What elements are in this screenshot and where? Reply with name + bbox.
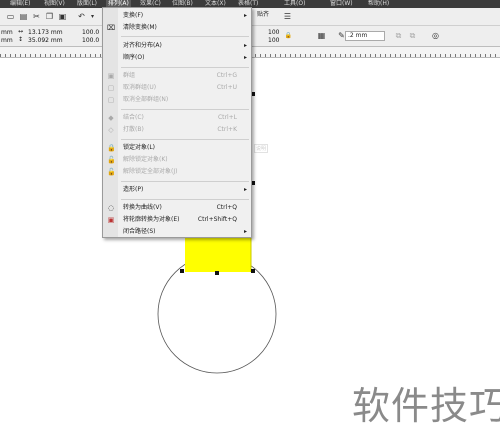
combine-icon: ◆ [108, 114, 114, 122]
ungroup-all-icon: ▢ [107, 96, 115, 104]
menu-item-close-path[interactable]: 闭合路径(S) ▸ [103, 226, 251, 237]
menu-item-lock-object[interactable]: 🔒 锁定对象(L) [103, 142, 251, 153]
ungroup-icon: ▢ [107, 84, 115, 92]
selection-handle[interactable] [251, 269, 255, 273]
menu-item-combine[interactable]: ◆ 结合(C) Ctrl+L [103, 112, 251, 123]
menu-item-unlock-object[interactable]: 🔓 解除锁定对象(K) [103, 154, 251, 165]
clear-transform-icon: ⌧ [107, 24, 116, 32]
menu-item-ungroup-all[interactable]: ▢ 取消全部群组(N) [103, 94, 251, 105]
unlock-icon: 🔓 [107, 156, 116, 164]
break-apart-icon: ◇ [108, 126, 114, 134]
yellow-rectangle [185, 234, 251, 272]
lock-icon: 🔒 [107, 144, 116, 152]
menu-item-group[interactable]: ▣ 群组 Ctrl+G [103, 70, 251, 81]
menu-item-ungroup[interactable]: ▢ 取消群组(U) Ctrl+U [103, 82, 251, 93]
unlock-all-icon: 🔓 [107, 168, 116, 176]
menu-item-break-apart[interactable]: ◇ 打散(B) Ctrl+K [103, 124, 251, 135]
outline-object-icon: ▣ [107, 216, 115, 224]
menu-item-order[interactable]: 顺序(O) ▸ [103, 52, 251, 63]
menu-item-outline-to-object[interactable]: ▣ 将轮廓转换为对象(E) Ctrl+Shift+Q [103, 214, 251, 225]
menu-item-align-distribute[interactable]: 对齐和分布(A) ▸ [103, 40, 251, 51]
group-icon: ▣ [107, 72, 115, 80]
selection-handle[interactable] [215, 271, 219, 275]
convert-curves-icon: ◌ [107, 204, 115, 212]
faded-label: 说明 [254, 144, 269, 153]
menu-item-shaping[interactable]: 造形(P) ▸ [103, 184, 251, 195]
menu-item-convert-to-curves[interactable]: ◌ 转换为曲线(V) Ctrl+Q [103, 202, 251, 213]
menu-item-transform[interactable]: 变换(F) ▸ [103, 10, 251, 21]
selection-handle[interactable] [180, 269, 184, 273]
menu-item-clear-transform[interactable]: ⌧ 清除变换(M) [103, 22, 251, 33]
menu-item-unlock-all[interactable]: 🔓 解除锁定全部对象(J) [103, 166, 251, 177]
arrange-menu: 变换(F) ▸ ⌧ 清除变换(M) 对齐和分布(A) ▸ 顺序(O) ▸ ▣ 群组 Ct… [102, 7, 252, 238]
watermark-text: 软件技巧 [352, 384, 500, 428]
